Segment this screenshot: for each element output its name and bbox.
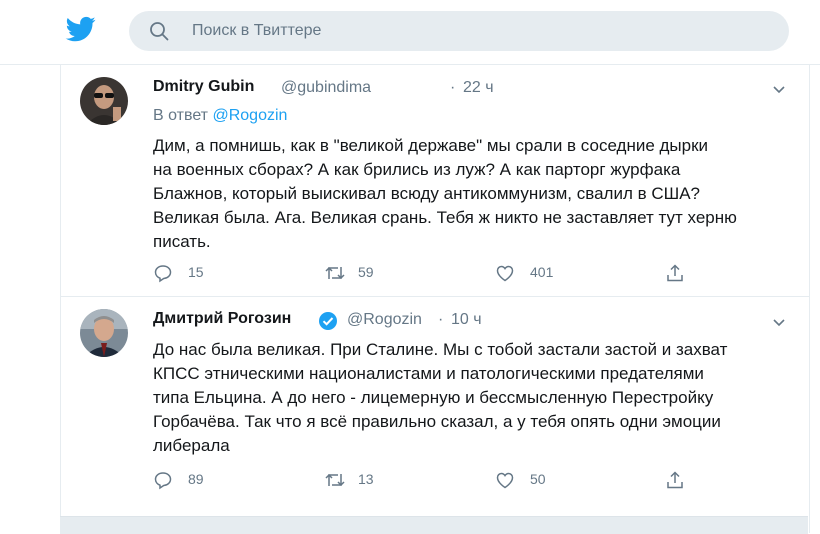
search-placeholder: Поиск в Твиттере xyxy=(192,22,322,39)
meta-separator: · xyxy=(438,311,444,328)
tweet-text-line: Дим, а помнишь, как в "великой державе" … xyxy=(153,136,709,155)
tweet[interactable]: Дмитрий Рогозин @Rogozin · 10 ч До нас б… xyxy=(61,297,809,515)
tweet-text-line: либерала xyxy=(153,436,230,455)
reply-count: 89 xyxy=(188,471,204,487)
timeline-divider xyxy=(60,516,808,534)
reply-to-link[interactable]: @Rogozin xyxy=(212,107,287,124)
author-handle[interactable]: @gubindima xyxy=(281,79,371,97)
tweet[interactable]: Dmitry Gubin @gubindima · 22 ч В ответ @… xyxy=(61,65,809,297)
retweet-count: 59 xyxy=(358,264,374,280)
tweet-text-line: писать. xyxy=(153,232,211,251)
search-icon xyxy=(150,22,169,41)
heart-icon xyxy=(496,265,514,282)
reply-icon xyxy=(154,472,172,490)
reply-icon xyxy=(154,265,172,283)
tweet-text: Дим, а помнишь, как в "великой державе" … xyxy=(153,134,793,254)
tweet-text-line: КПСС этническими националистами и патоло… xyxy=(153,364,704,383)
tweet-text: До нас была великая. При Сталине. Мы с т… xyxy=(153,338,793,458)
tweet-timestamp[interactable]: 10 ч xyxy=(451,311,482,329)
heart-icon xyxy=(496,472,514,489)
chevron-down-icon[interactable] xyxy=(770,81,788,99)
tweet-text-line: типа Ельцина. А до него - лицемерную и б… xyxy=(153,388,714,407)
author-name[interactable]: Дмитрий Рогозин xyxy=(153,310,291,328)
tweet-timestamp[interactable]: 22 ч xyxy=(463,79,494,97)
verified-badge-icon xyxy=(319,312,337,330)
chevron-down-icon[interactable] xyxy=(770,314,788,332)
author-name[interactable]: Dmitry Gubin xyxy=(153,78,254,96)
top-bar: Поиск в Твиттере xyxy=(0,0,820,65)
tweet-actions: 89 13 50 xyxy=(153,468,793,492)
reply-context: В ответ @Rogozin xyxy=(153,107,287,125)
search-input[interactable]: Поиск в Твиттере xyxy=(129,11,789,51)
reply-prefix: В ответ xyxy=(153,107,209,124)
share-icon xyxy=(667,264,683,282)
like-count: 401 xyxy=(530,264,554,280)
reply-count: 15 xyxy=(188,264,204,280)
twitter-bird-icon[interactable] xyxy=(64,14,98,44)
retweet-icon xyxy=(325,473,345,487)
avatar[interactable] xyxy=(80,77,128,125)
share-icon xyxy=(667,471,683,489)
meta-separator: · xyxy=(450,79,456,96)
tweet-thread: Dmitry Gubin @gubindima · 22 ч В ответ @… xyxy=(60,65,810,533)
like-count: 50 xyxy=(530,471,546,487)
retweet-count: 13 xyxy=(358,471,374,487)
tweet-text-line: Блажнов, который выискивал всюду антиком… xyxy=(153,184,701,203)
tweet-text-line: Великая была. Ага. Великая срань. Тебя ж… xyxy=(153,208,737,227)
tweet-text-line: Горбачёва. Так что я всё правильно сказа… xyxy=(153,412,721,431)
tweet-text-line: До нас была великая. При Сталине. Мы с т… xyxy=(153,340,728,359)
tweet-text-line: на военных сборах? А как брились из луж?… xyxy=(153,160,681,179)
tweet-actions: 15 59 401 xyxy=(153,261,793,285)
author-handle[interactable]: @Rogozin xyxy=(347,311,422,329)
avatar[interactable] xyxy=(80,309,128,357)
retweet-icon xyxy=(325,266,345,280)
